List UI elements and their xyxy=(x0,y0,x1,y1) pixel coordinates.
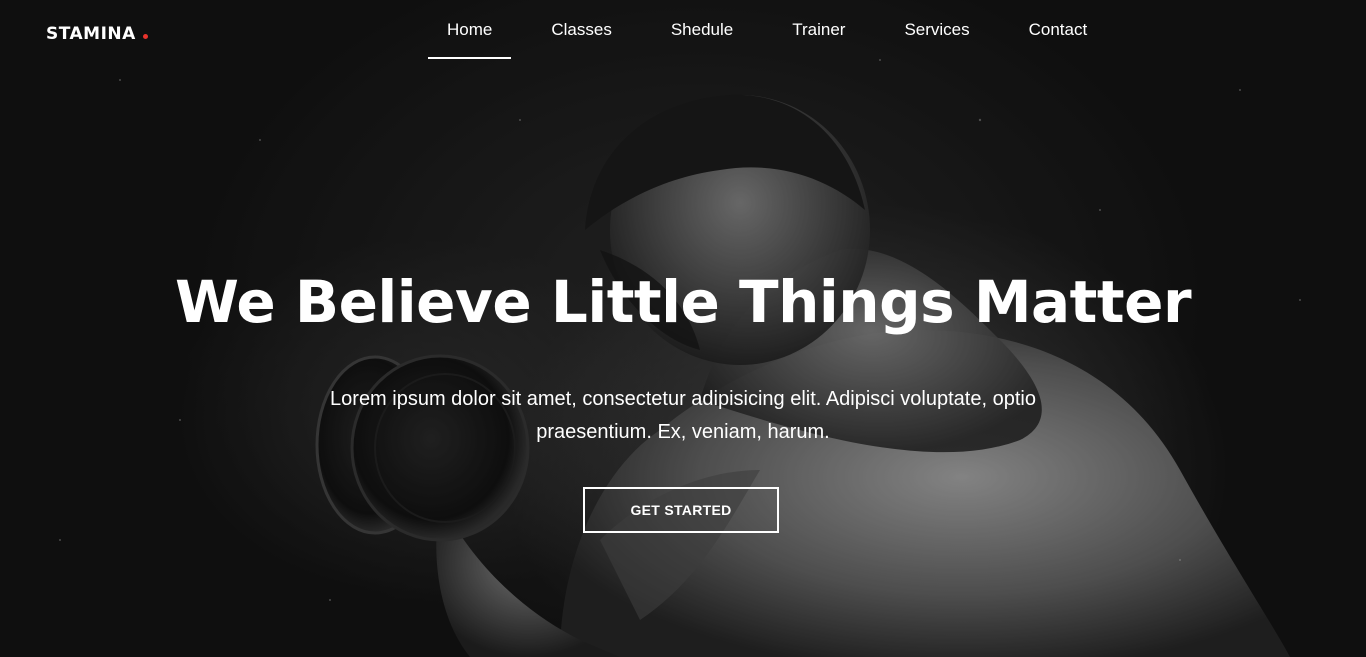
nav-item-home[interactable]: Home xyxy=(428,18,512,59)
main-nav: Home Classes Shedule Trainer Services Co… xyxy=(428,18,1127,59)
hero-section: STAMINA Home Classes Shedule Trainer Ser… xyxy=(0,0,1366,657)
brand-logo[interactable]: STAMINA xyxy=(46,24,148,44)
brand-name: STAMINA xyxy=(46,24,136,44)
nav-item-contact[interactable]: Contact xyxy=(1010,18,1107,56)
hero-headline: We Believe Little Things Matter xyxy=(174,268,1192,336)
hero-subtext: Lorem ipsum dolor sit amet, consectetur … xyxy=(330,388,1036,443)
top-navigation-bar: STAMINA Home Classes Shedule Trainer Ser… xyxy=(0,0,1366,60)
nav-item-services[interactable]: Services xyxy=(885,18,988,56)
brand-dot-icon xyxy=(142,34,148,39)
nav-item-classes[interactable]: Classes xyxy=(532,18,630,56)
get-started-button[interactable]: GET STARTED xyxy=(583,487,779,533)
nav-item-shedule[interactable]: Shedule xyxy=(652,18,752,56)
nav-item-trainer[interactable]: Trainer xyxy=(773,18,864,56)
